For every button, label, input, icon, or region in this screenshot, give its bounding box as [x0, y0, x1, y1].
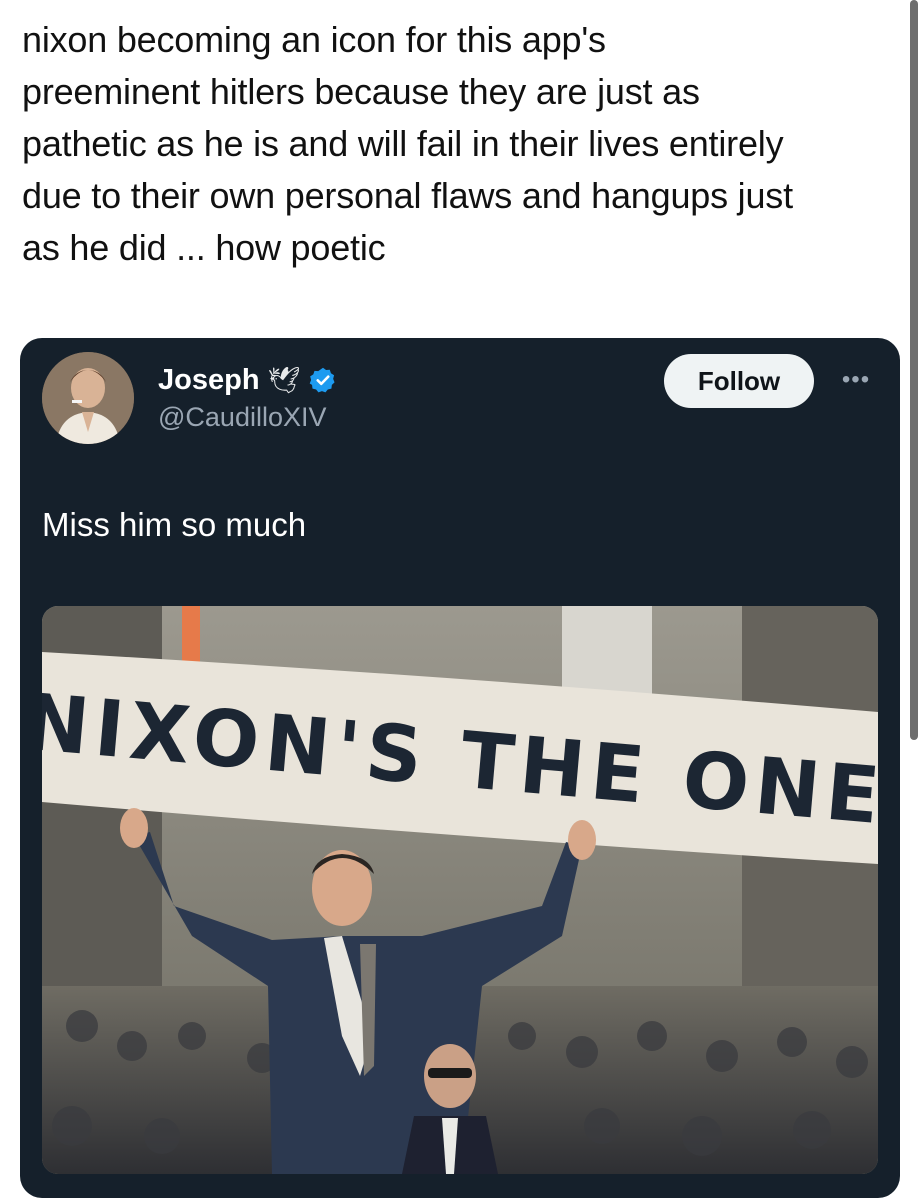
user-handle[interactable]: @CaudilloXIV — [158, 402, 327, 433]
more-options-icon[interactable]: ••• — [836, 366, 876, 396]
post-text-line: pathetic as he is and will fail in their… — [22, 123, 784, 164]
verified-badge-icon[interactable] — [309, 366, 337, 394]
name-row: Joseph 🕊 — [158, 360, 337, 400]
quoted-tweet-card[interactable]: Joseph 🕊 @CaudilloXIV Follow ••• Miss hi… — [20, 338, 900, 1198]
avatar-image — [42, 352, 134, 444]
dove-emoji-icon: 🕊 — [267, 365, 301, 395]
post-text: nixon becoming an icon for this app's pr… — [22, 14, 902, 274]
avatar[interactable] — [42, 352, 134, 444]
post-text-line: due to their own personal flaws and hang… — [22, 175, 793, 216]
post-text-line: nixon becoming an icon for this app's — [22, 19, 606, 60]
post-text-line: as he did ... how poetic — [22, 227, 386, 268]
tweet-image[interactable]: NIXON'S THE ONE — [42, 606, 878, 1174]
tweet-body: Miss him so much — [42, 506, 307, 543]
scrollbar[interactable] — [910, 0, 918, 740]
post-text-line: preeminent hitlers because they are just… — [22, 71, 700, 112]
follow-button[interactable]: Follow — [664, 354, 814, 408]
parade-photo: NIXON'S THE ONE — [42, 606, 878, 1174]
display-name[interactable]: Joseph — [158, 364, 260, 397]
